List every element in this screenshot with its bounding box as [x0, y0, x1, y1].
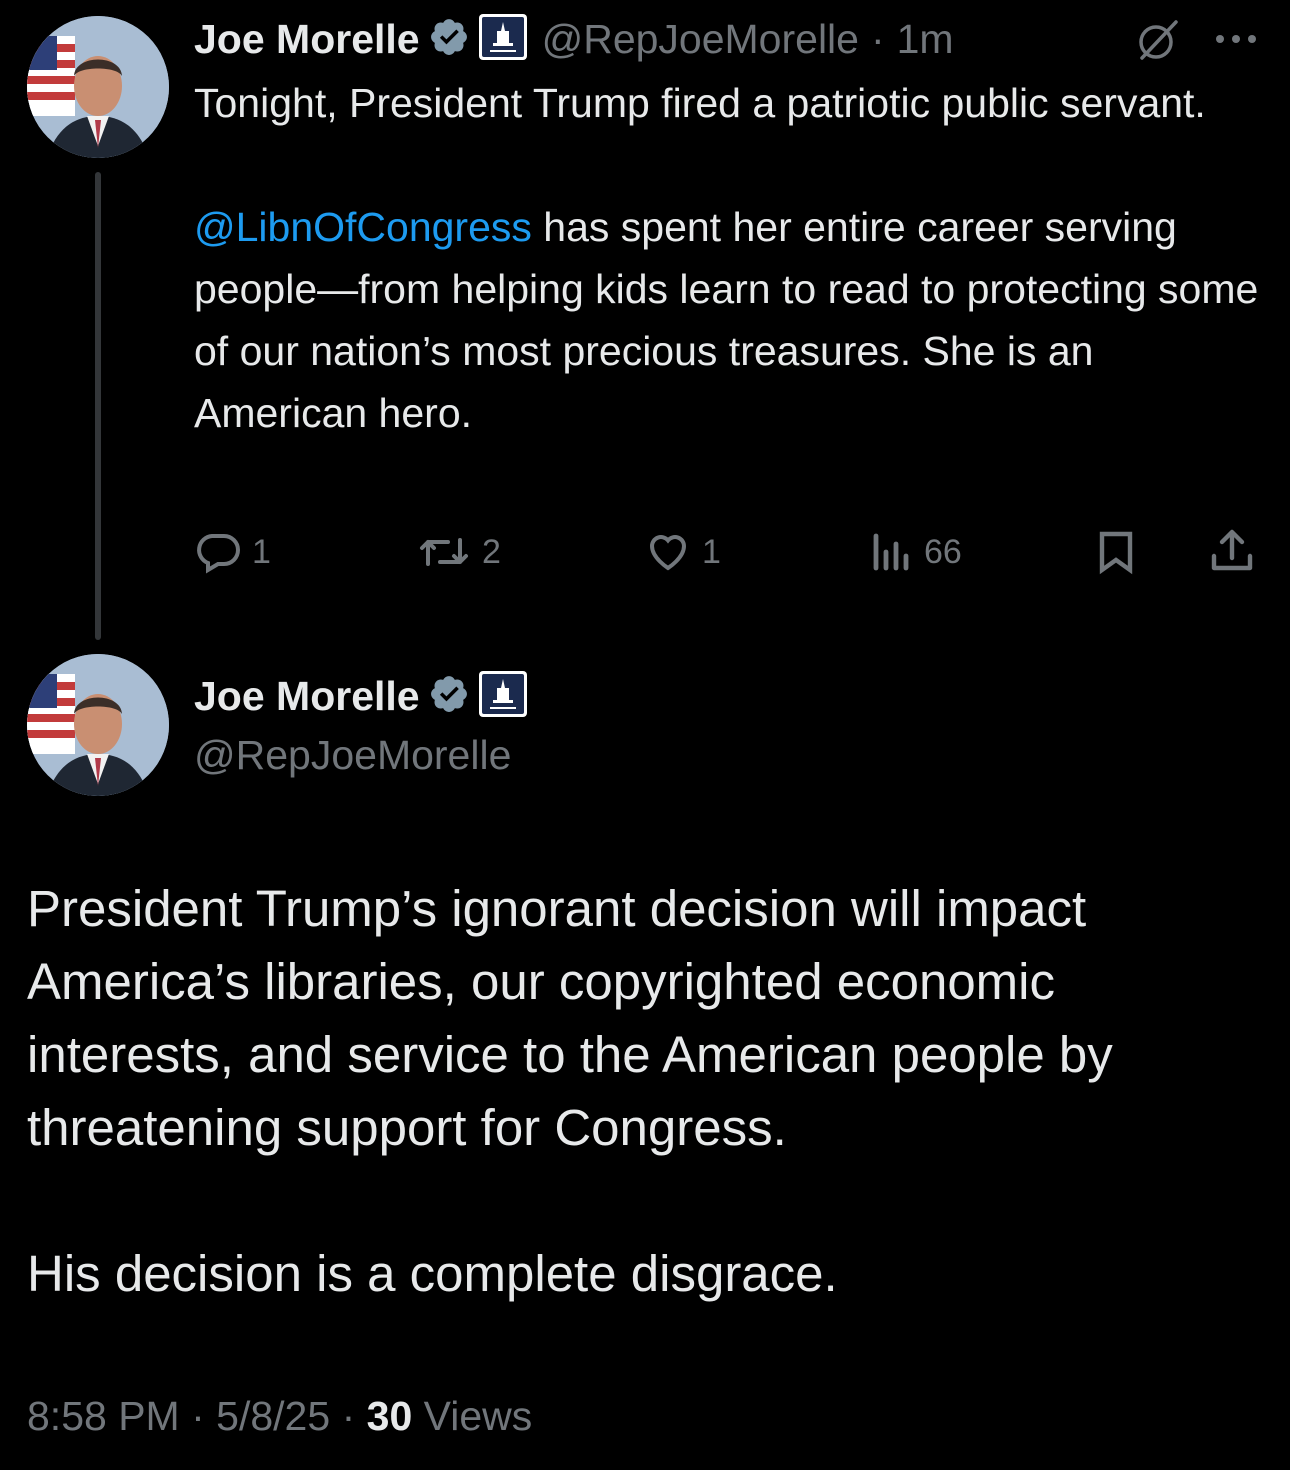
views-label: Views: [423, 1393, 533, 1439]
post-timestamp[interactable]: 8:58 PM: [27, 1393, 180, 1439]
views-icon: [873, 533, 909, 571]
author-handle[interactable]: @RepJoeMorelle: [542, 16, 859, 63]
main-paragraph-2: His decision is a complete disgrace.: [27, 1245, 838, 1302]
mention-link[interactable]: @LibnOfCongress: [194, 204, 532, 250]
author-avatar[interactable]: [27, 16, 169, 158]
reply-count: 1: [252, 532, 271, 571]
author-handle[interactable]: @RepJoeMorelle: [194, 732, 511, 779]
author-avatar[interactable]: [27, 654, 169, 796]
author-name[interactable]: Joe Morelle: [194, 673, 420, 720]
bookmark-icon[interactable]: [1094, 528, 1138, 581]
post-date[interactable]: 5/8/25: [216, 1393, 330, 1439]
reply-header: Joe Morelle @RepJoeMorelle · 1m: [194, 13, 954, 66]
thread-connector-line: [95, 172, 101, 640]
main-header: Joe Morelle: [194, 670, 528, 722]
reply-paragraph-2: @LibnOfCongress has spent her entire car…: [194, 196, 1274, 444]
share-icon[interactable]: [1208, 526, 1256, 581]
repost-icon: [420, 538, 468, 566]
reply-button[interactable]: 1: [194, 528, 271, 576]
repost-button[interactable]: 2: [416, 528, 501, 576]
separator-dot: ·: [341, 1393, 356, 1439]
verified-badge-icon[interactable]: [428, 673, 470, 720]
reply-tweet-text: Tonight, President Trump fired a patriot…: [194, 72, 1274, 444]
like-count: 1: [702, 532, 721, 571]
separator-dot: ·: [870, 15, 885, 62]
grok-icon[interactable]: [1134, 16, 1182, 69]
post-time[interactable]: 1m: [897, 16, 954, 63]
main-paragraph-1: President Trump’s ignorant decision will…: [27, 880, 1113, 1156]
author-name[interactable]: Joe Morelle: [194, 16, 420, 63]
views-button[interactable]: 66: [870, 528, 962, 576]
like-icon: [649, 535, 687, 571]
verified-badge-icon[interactable]: [428, 16, 470, 63]
reply-paragraph-1: Tonight, President Trump fired a patriot…: [194, 80, 1206, 126]
views-count: 66: [924, 532, 962, 571]
more-icon[interactable]: [1214, 32, 1258, 50]
views-count: 30: [366, 1393, 413, 1439]
main-tweet-text: President Trump’s ignorant decision will…: [27, 872, 1267, 1310]
house-democrats-affiliate-icon[interactable]: [478, 670, 528, 723]
separator-dot: ·: [191, 1393, 205, 1439]
post-metadata: 8:58 PM · 5/8/25 · 30 Views: [27, 1393, 532, 1440]
like-button[interactable]: 1: [644, 528, 721, 576]
house-democrats-affiliate-icon[interactable]: [478, 13, 528, 66]
reply-icon: [197, 534, 240, 574]
repost-count: 2: [482, 532, 501, 571]
